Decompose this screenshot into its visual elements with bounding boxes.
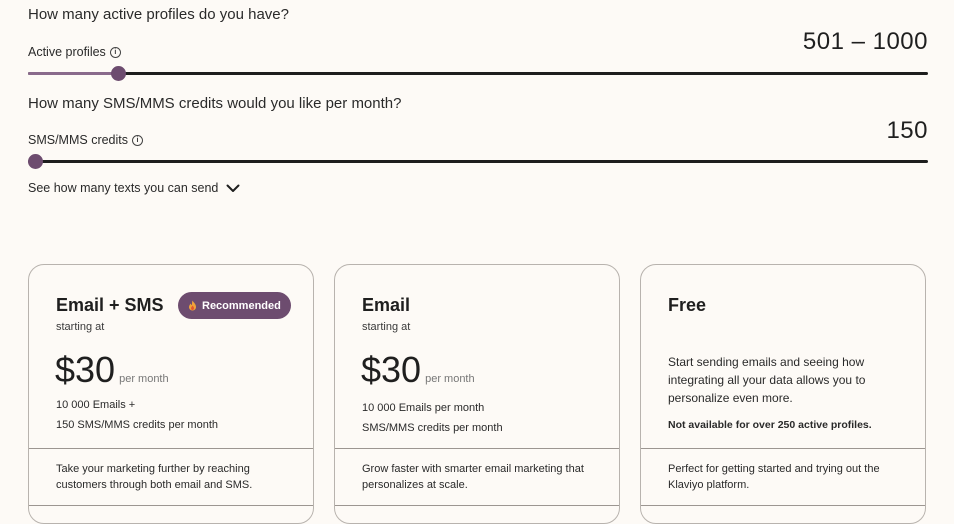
profiles-slider-fill — [28, 72, 118, 75]
card-divider — [29, 448, 313, 449]
card-divider — [641, 505, 925, 506]
sms-value: 150 — [886, 117, 928, 144]
profiles-value: 501 – 1000 — [802, 28, 928, 55]
plan-price-amount: $30 — [55, 349, 116, 390]
chevron-down-icon — [226, 184, 240, 192]
plan-free-note: Not available for over 250 active profil… — [668, 419, 872, 431]
plan-emails: 10 000 Emails per month — [362, 402, 485, 414]
plan-description: Take your marketing further by reaching … — [56, 463, 253, 491]
profiles-label: Active profiles i — [28, 45, 121, 59]
plan-sms-credits: 150 SMS/MMS credits per month — [56, 419, 219, 431]
plan-card-free[interactable]: Free Start sending emails and seeing how… — [640, 264, 926, 524]
plan-card-email[interactable]: Email starting at $30 per month 10 000 Em… — [334, 264, 620, 524]
sms-slider-track[interactable] — [28, 160, 928, 163]
flame-icon — [189, 300, 196, 311]
profiles-label-text: Active profiles — [28, 45, 106, 59]
sms-question: How many SMS/MMS credits would you like … — [28, 95, 402, 112]
starting-at: starting at — [362, 321, 411, 333]
plan-sms-credits: SMS/MMS credits per month — [362, 422, 503, 434]
plan-price-period: per month — [119, 373, 169, 385]
recommended-badge-label: Recommended — [202, 299, 281, 312]
info-icon[interactable]: i — [109, 46, 121, 58]
profiles-slider-thumb[interactable] — [111, 66, 126, 81]
info-icon[interactable]: i — [132, 134, 144, 146]
sms-slider-thumb[interactable] — [28, 154, 43, 169]
sms-label-text: SMS/MMS credits — [28, 133, 129, 147]
profiles-question: How many active profiles do you have? — [28, 6, 289, 23]
card-divider — [335, 505, 619, 506]
card-divider — [641, 448, 925, 449]
see-texts-link[interactable]: See how many texts you can send — [28, 181, 240, 195]
profiles-slider-track[interactable] — [28, 72, 928, 75]
plan-description: Perfect for getting started and trying o… — [668, 463, 880, 491]
card-divider — [29, 505, 313, 506]
plan-price-amount: $30 — [361, 349, 422, 390]
plan-emails: 10 000 Emails + — [56, 399, 136, 411]
card-divider — [335, 448, 619, 449]
plan-title: Free — [668, 295, 707, 315]
plan-free-text: Start sending emails and seeing how inte… — [668, 355, 866, 405]
plan-description: Grow faster with smarter email marketing… — [362, 463, 584, 491]
sms-label: SMS/MMS credits i — [28, 133, 144, 147]
recommended-badge: Recommended — [178, 292, 291, 319]
plan-price: $30 per month — [55, 349, 169, 391]
plan-card-email-sms[interactable]: Email + SMS Recommended starting at $30 p… — [28, 264, 314, 524]
see-texts-link-label: See how many texts you can send — [28, 181, 219, 195]
plan-price-period: per month — [425, 373, 475, 385]
plan-price: $30 per month — [361, 349, 475, 391]
plan-title: Email — [362, 295, 411, 315]
starting-at: starting at — [56, 321, 105, 333]
plan-title: Email + SMS — [56, 295, 164, 315]
